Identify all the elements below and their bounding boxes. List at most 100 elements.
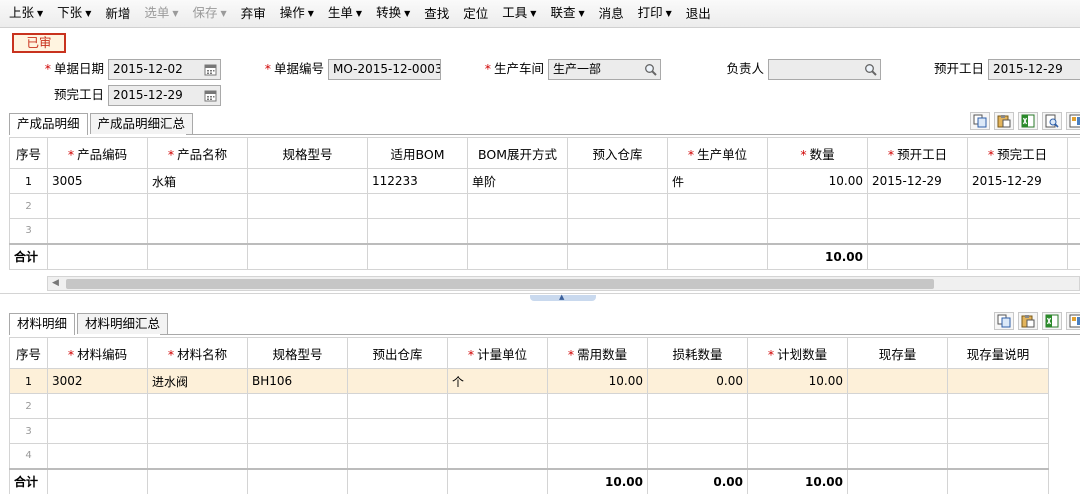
table-cell[interactable] — [547, 443, 648, 469]
table-row[interactable]: 3 — [9, 418, 1049, 444]
plan-start-field[interactable]: 2015-12-29 — [988, 59, 1080, 80]
column-header[interactable]: * 产品编码 — [47, 137, 148, 169]
table-cell[interactable] — [47, 218, 148, 244]
table-cell[interactable] — [447, 418, 548, 444]
column-header[interactable]: 现存量 — [847, 337, 948, 369]
table-cell[interactable]: 4 — [9, 443, 48, 469]
table-cell[interactable]: 进水阀 — [147, 368, 248, 394]
table-cell[interactable] — [367, 218, 468, 244]
tab-product-summary[interactable]: 产成品明细汇总 — [89, 113, 194, 134]
column-header[interactable]: 现存量说明 — [947, 337, 1049, 369]
table-cell[interactable] — [747, 393, 848, 419]
table-row[interactable]: 2 — [9, 393, 1049, 419]
table-cell[interactable] — [567, 193, 668, 219]
toolbar-button-13[interactable]: 消息 — [592, 0, 631, 28]
table-cell[interactable] — [947, 418, 1049, 444]
product-hscrollbar[interactable]: ◀ — [47, 276, 1080, 291]
table-cell[interactable]: 3005 — [47, 168, 148, 194]
calendar-icon[interactable] — [204, 89, 217, 102]
toolbar-button-2[interactable]: 新增 — [98, 0, 137, 28]
workshop-field[interactable]: 生产一部 — [548, 59, 661, 80]
table-cell[interactable] — [47, 393, 148, 419]
doc-date-field[interactable]: 2015-12-02 — [108, 59, 221, 80]
scroll-thumb[interactable] — [66, 279, 934, 289]
table-cell[interactable] — [147, 418, 248, 444]
column-header[interactable]: * 产品名称 — [147, 137, 248, 169]
column-header[interactable]: * 生产单位 — [667, 137, 768, 169]
table-cell[interactable] — [847, 418, 948, 444]
table-row[interactable]: 1 3002 进水阀 BH106 个 10.00 0.00 10.00 — [9, 368, 1049, 394]
table-cell[interactable] — [867, 193, 968, 219]
table-cell[interactable] — [347, 393, 448, 419]
table-cell[interactable]: 水箱 — [147, 168, 248, 194]
toolbar-button-11[interactable]: 工具 ▼ — [495, 0, 543, 28]
table-cell[interactable] — [547, 418, 648, 444]
table-cell[interactable] — [247, 218, 368, 244]
toolbar-button-3[interactable]: 选单 ▼ — [137, 0, 185, 28]
column-header[interactable]: 序号 — [9, 337, 48, 369]
panel-splitter[interactable]: ▲ — [0, 293, 1080, 301]
table-cell[interactable] — [847, 443, 948, 469]
table-cell[interactable] — [247, 168, 368, 194]
table-cell[interactable] — [467, 193, 568, 219]
table-cell[interactable] — [947, 443, 1049, 469]
table-cell[interactable] — [147, 193, 248, 219]
table-row[interactable]: 2 — [9, 193, 1080, 219]
table-cell[interactable] — [967, 193, 1068, 219]
table-cell[interactable] — [947, 368, 1049, 394]
owner-field[interactable] — [768, 59, 881, 80]
table-cell[interactable] — [147, 443, 248, 469]
table-cell[interactable]: 10.00 — [547, 368, 648, 394]
splitter-grip[interactable]: ▲ — [530, 293, 596, 301]
table-cell[interactable] — [867, 218, 968, 244]
calendar-icon[interactable] — [204, 63, 217, 76]
table-cell[interactable]: 2015-12-29 — [867, 168, 968, 194]
search-icon[interactable] — [864, 63, 877, 76]
table-cell[interactable]: 件 — [667, 168, 768, 194]
table-cell[interactable] — [147, 218, 248, 244]
tab-material-detail[interactable]: 材料明细 — [9, 313, 76, 335]
table-cell[interactable]: 1 — [9, 168, 48, 194]
table-cell[interactable] — [647, 443, 748, 469]
column-header[interactable]: BOM展开方式 — [467, 137, 568, 169]
excel-export-icon[interactable] — [1018, 112, 1038, 130]
column-header[interactable]: 规格型号 — [247, 337, 348, 369]
table-cell[interactable]: 2015-12-29 — [967, 168, 1068, 194]
paste-icon[interactable] — [1018, 312, 1038, 330]
table-cell[interactable]: BH106 — [247, 368, 348, 394]
toolbar-button-6[interactable]: 操作 ▼ — [273, 0, 321, 28]
table-cell[interactable] — [767, 218, 868, 244]
table-cell[interactable] — [747, 443, 848, 469]
column-header[interactable]: 序号 — [9, 137, 48, 169]
table-cell[interactable] — [47, 193, 148, 219]
toolbar-button-1[interactable]: 下张 ▼ — [50, 0, 98, 28]
preview-icon[interactable] — [1042, 112, 1062, 130]
table-cell[interactable] — [647, 393, 748, 419]
column-header[interactable]: * 计划数量 — [747, 337, 848, 369]
table-cell[interactable]: 3 — [9, 218, 48, 244]
table-row[interactable]: 3 — [9, 218, 1080, 244]
toolbar-button-14[interactable]: 打印 ▼ — [631, 0, 679, 28]
table-cell[interactable]: 3 — [9, 418, 48, 444]
table-cell[interactable] — [847, 393, 948, 419]
search-icon[interactable] — [644, 63, 657, 76]
table-cell[interactable] — [567, 218, 668, 244]
table-cell[interactable] — [47, 418, 148, 444]
table-cell[interactable] — [147, 393, 248, 419]
table-cell[interactable]: 3002 — [47, 368, 148, 394]
table-cell[interactable] — [947, 393, 1049, 419]
table-cell[interactable] — [667, 193, 768, 219]
table-cell[interactable]: 1 — [9, 368, 48, 394]
column-header[interactable]: 适用BOM — [367, 137, 468, 169]
table-row[interactable]: 1 3005 水箱 112233 单阶件 10.00 2015-12-29 2015-12-2… — [9, 168, 1080, 194]
column-header[interactable]: * 预开工日 — [867, 137, 968, 169]
column-header[interactable]: * 预完工日 — [967, 137, 1068, 169]
table-cell[interactable] — [667, 218, 768, 244]
scroll-left-arrow-icon[interactable]: ◀ — [52, 278, 59, 288]
toolbar-button-9[interactable]: 查找 — [417, 0, 456, 28]
column-header[interactable]: 预入仓库 — [567, 137, 668, 169]
table-cell[interactable]: 0.00 — [647, 368, 748, 394]
column-header[interactable]: * 计量单位 — [447, 337, 548, 369]
table-cell[interactable] — [967, 218, 1068, 244]
toolbar-button-7[interactable]: 生单 ▼ — [321, 0, 369, 28]
